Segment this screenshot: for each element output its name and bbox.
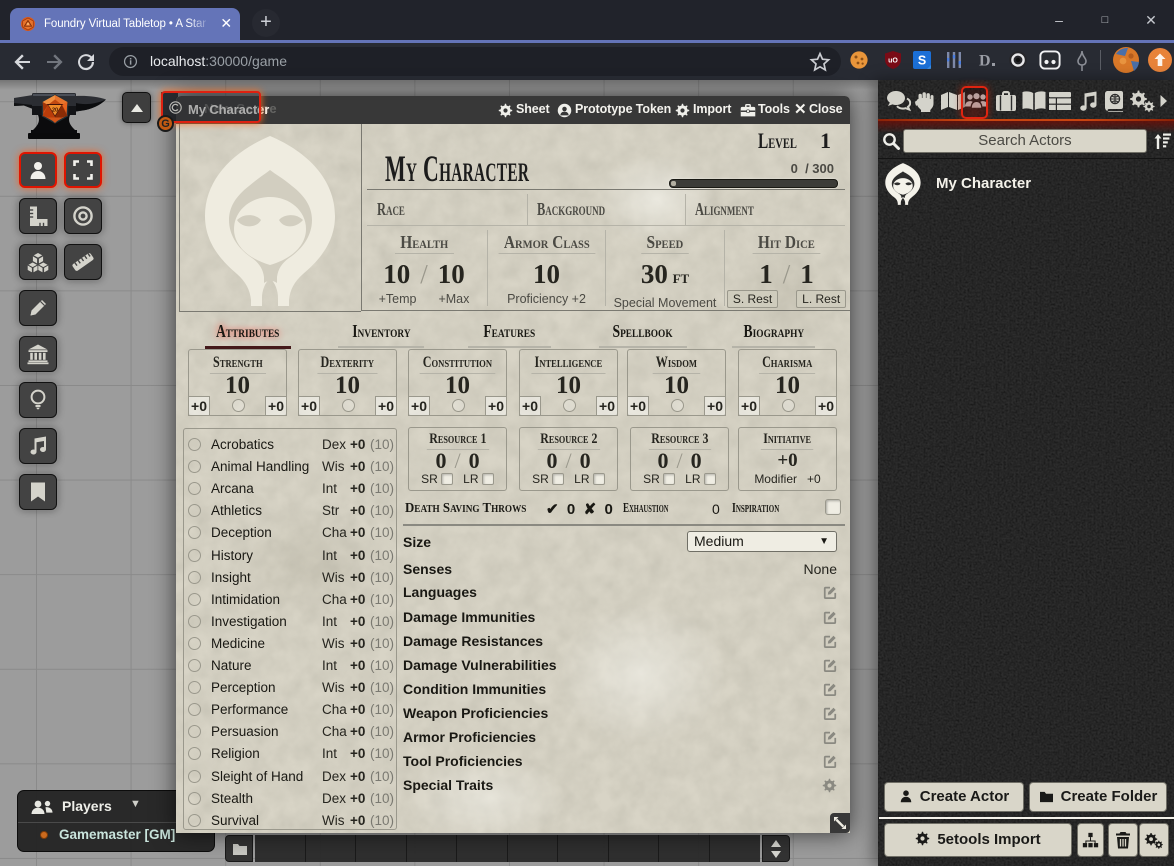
svg-text:S: S — [918, 54, 926, 68]
svg-text:uO: uO — [888, 58, 898, 65]
svg-text:20: 20 — [52, 108, 58, 114]
svg-text:D: D — [979, 53, 991, 70]
